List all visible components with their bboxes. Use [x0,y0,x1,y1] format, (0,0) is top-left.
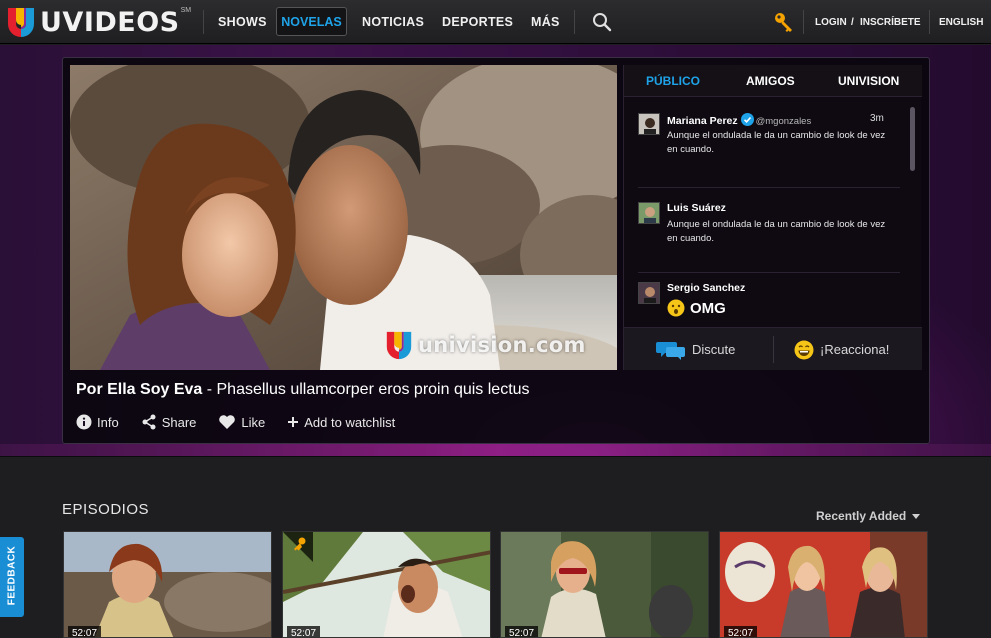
register-link[interactable]: INSCRÍBETE [860,0,921,44]
heart-icon [219,415,236,429]
episode-duration: 52:07 [287,626,321,637]
avatar[interactable] [638,113,660,135]
post-author[interactable]: Mariana Perez @mgonzales [667,113,811,127]
logo-wordmark: UVIDEOS [40,6,180,38]
episode-image [283,532,490,637]
watermark-text: univision.com [418,333,586,357]
nav-shows[interactable]: SHOWS [218,0,267,44]
add-to-watchlist-button[interactable]: Add to watchlist [287,415,395,430]
laughing-emoji-icon [794,340,814,359]
like-label: Like [241,414,266,430]
episodes-heading: EPISODIOS [62,501,150,518]
plus-icon [288,417,299,427]
episode-thumbnail[interactable]: 52:07 [282,531,491,638]
service-mark: SM [180,7,192,14]
tab-amigos[interactable]: AMIGOS [746,65,795,97]
tab-univision[interactable]: UNIVISION [838,65,899,97]
post-time: 3m [870,113,884,124]
avatar[interactable] [638,202,660,224]
nav-deportes[interactable]: DEPORTES [442,0,513,44]
chat-bubbles-icon [656,341,685,360]
watchlist-label: Add to watchlist [304,414,396,430]
feedback-label: FEEDBACK [6,545,18,606]
nav-divider [929,10,930,34]
avatar[interactable] [638,282,660,304]
channel-watermark: univision.com [384,330,586,360]
post-text: Aunque el ondulada le da un cambio de lo… [667,130,886,155]
post-author-name: Mariana Perez [667,115,738,127]
discuss-button[interactable]: Discute [656,328,735,371]
univision-u-icon [8,8,34,37]
post-author[interactable]: Sergio Sanchez [667,282,745,294]
post-text: Aunque el ondulada le da un cambio de lo… [667,219,886,244]
language-link[interactable]: ENGLISH [939,0,983,44]
episode-thumbnail[interactable]: 52:07 [63,531,272,638]
title-separator: - [202,381,217,398]
show-name[interactable]: Por Ella Soy Eva [76,381,202,398]
key-icon[interactable] [773,11,795,33]
share-label: Share [161,414,197,430]
surprised-emoji-icon [667,299,685,317]
search-icon[interactable] [592,12,612,32]
react-label: ¡Reacciona! [820,342,890,357]
social-panel: PÚBLICO AMIGOS UNIVISION Mariana Perez @m… [623,65,922,370]
info-label: Info [97,414,119,430]
premium-key-icon [283,532,313,562]
tab-publico[interactable]: PÚBLICO [646,65,700,97]
episode-title: Phasellus ullamcorper eros proin quis le… [216,381,530,398]
episode-duration: 52:07 [505,626,539,637]
feedback-tab[interactable]: FEEDBACK [0,537,24,617]
sort-dropdown[interactable]: Recently Added [816,509,921,523]
nav-divider [203,10,204,34]
nav-divider [574,10,575,34]
info-icon [76,414,92,430]
social-actions: Discute ¡Reacciona! [624,327,922,370]
caret-down-icon [912,513,921,519]
share-button[interactable]: Share [141,414,197,430]
discuss-label: Discute [692,342,736,357]
post-divider [638,187,900,188]
post-text: OMG [690,299,726,317]
login-slash: / [851,16,854,28]
episode-duration: 52:07 [68,626,102,637]
share-icon [142,414,156,430]
react-button[interactable]: ¡Reacciona! [794,328,889,371]
sort-label: Recently Added [816,509,907,523]
info-button[interactable]: Info [76,414,119,430]
login-link[interactable]: LOGIN [815,0,847,44]
episode-image [64,532,271,637]
video-title: Por Ella Soy Eva - Phasellus ullamcorper… [76,381,530,399]
uvideos-logo[interactable]: UVIDEOS SM [6,5,191,39]
nav-novelas[interactable]: NOVELAS [276,7,347,36]
social-tabs: PÚBLICO AMIGOS UNIVISION [624,65,922,97]
like-button[interactable]: Like [218,414,265,430]
verified-badge-icon [740,113,754,126]
video-player[interactable] [70,65,617,370]
episode-duration: 52:07 [724,626,758,637]
social-feed[interactable]: Mariana Perez @mgonzales 3m Aunque el ond… [624,101,922,327]
episode-image [501,532,708,637]
video-frame-image [70,65,617,370]
feed-scrollbar[interactable] [910,107,915,171]
univision-u-icon [386,331,412,360]
post-handle: @mgonzales [755,116,812,127]
nav-divider [803,10,804,34]
nav-noticias[interactable]: NOTICIAS [362,0,424,44]
post-divider [638,272,900,273]
footer-divider [773,336,774,363]
episode-thumbnail[interactable]: 52:07 [500,531,709,638]
episode-image [720,532,927,637]
video-actions: Info Share Like Add to watchlist [76,412,417,432]
episode-thumbnail[interactable]: 52:07 [719,531,928,638]
post-reaction: OMG [667,299,726,317]
top-navigation-bar: UVIDEOS SM SHOWS NOVELAS NOTICIAS DEPORT… [0,0,991,44]
nav-mas[interactable]: MÁS [531,0,560,44]
post-author[interactable]: Luis Suárez [667,202,726,214]
